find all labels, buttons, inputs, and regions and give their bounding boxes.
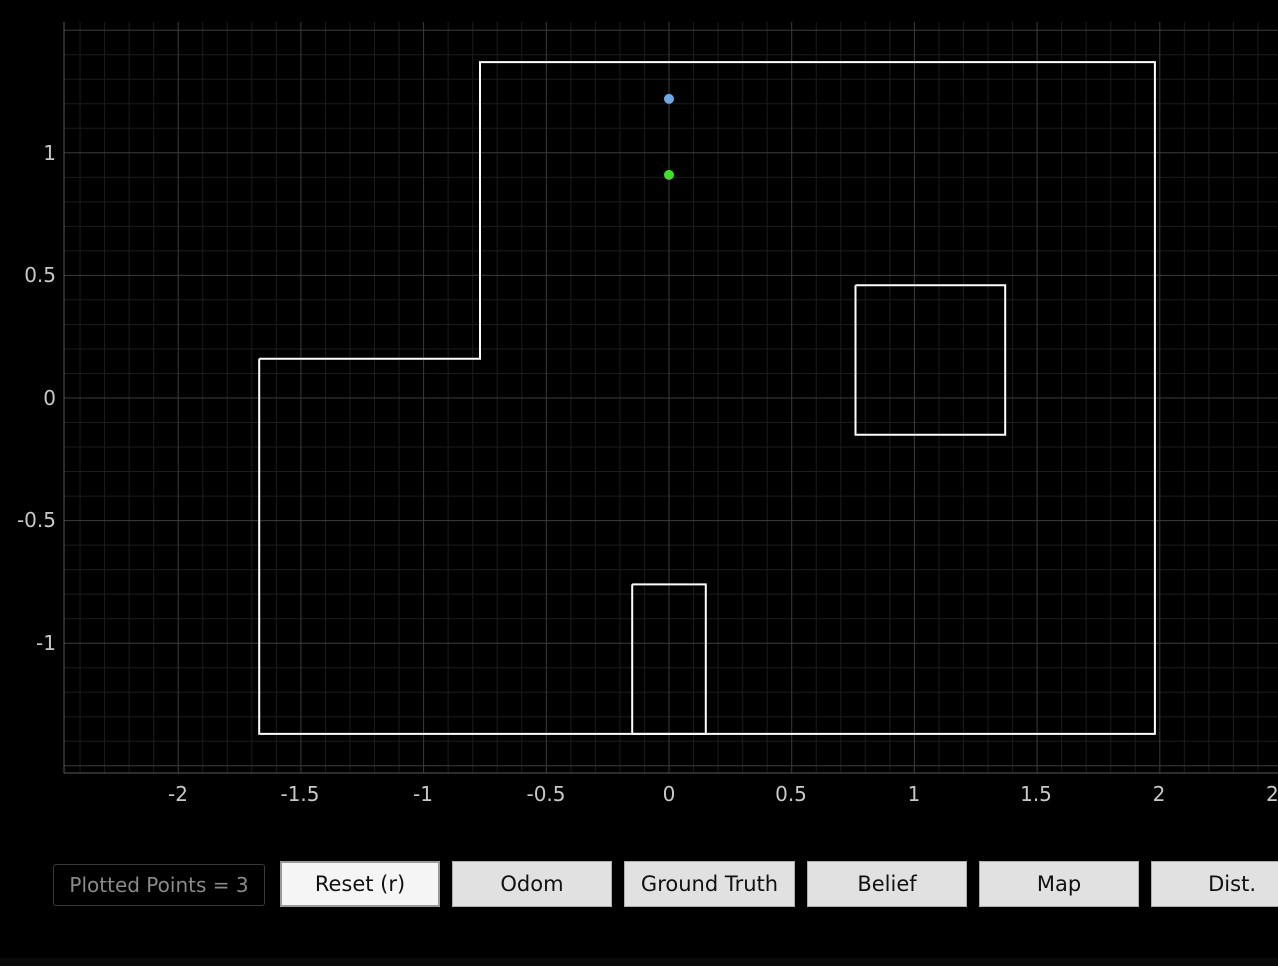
map-button[interactable]: Map [979,861,1139,907]
y-tick-label: 1 [43,141,56,165]
reset-button[interactable]: Reset (r) [280,861,440,907]
x-tick-label: -2 [168,782,188,806]
status-strip [0,958,1278,966]
ground-truth-point [664,169,674,180]
x-tick-label: 2 [1153,782,1166,806]
dist-button[interactable]: Dist. [1151,861,1278,907]
x-tick-label: -1.5 [280,782,319,806]
plotted-points-label: Plotted Points = 3 [53,864,265,906]
x-tick-label: -1 [413,782,433,806]
x-tick-label: 1 [908,782,921,806]
odom-button[interactable]: Odom [452,861,612,907]
y-tick-label: -0.5 [17,508,56,532]
plotter-window: -2 -1.5 -1 -0.5 0 0.5 1 1.5 2 2 1 0.5 0 … [0,0,1278,966]
x-tick-label: 0.5 [775,782,807,806]
x-tick-label: 2 [1266,782,1278,806]
y-tick-label: -1 [36,631,56,655]
y-tick-label: 0 [43,386,56,410]
x-tick-label: 0 [663,782,676,806]
y-tick-label: 0.5 [24,263,56,287]
odom-point [664,93,674,104]
map-plot[interactable]: -2 -1.5 -1 -0.5 0 0.5 1 1.5 2 2 1 0.5 0 … [0,0,1278,850]
x-tick-label: -0.5 [526,782,565,806]
ground-truth-button[interactable]: Ground Truth [624,861,795,907]
belief-button[interactable]: Belief [807,861,967,907]
x-tick-label: 1.5 [1020,782,1052,806]
